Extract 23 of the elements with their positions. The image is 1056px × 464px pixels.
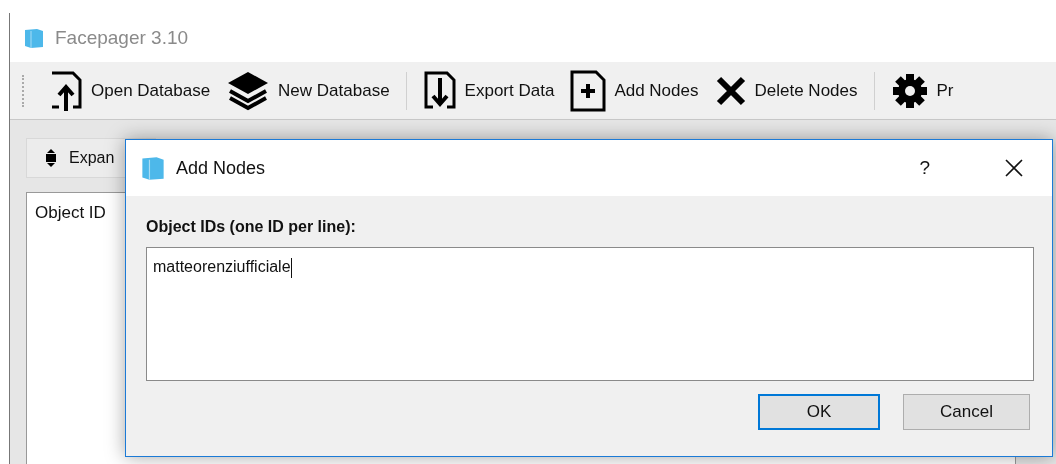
- app-icon: [23, 26, 45, 49]
- window-title: Facepager 3.10: [55, 26, 189, 49]
- delete-icon: [714, 74, 747, 107]
- toolbar-button[interactable]: Add Nodes: [562, 68, 707, 113]
- dialog-title: Add Nodes: [176, 157, 267, 179]
- app-icon: [140, 155, 166, 181]
- toolbar-button[interactable]: New Database: [218, 68, 398, 113]
- object-ids-field[interactable]: matteorenziufficiale: [146, 247, 1034, 381]
- settings-icon: [890, 71, 929, 110]
- close-icon: [1005, 159, 1023, 177]
- download-file-icon: [422, 69, 457, 112]
- column-header: Object ID: [35, 203, 106, 222]
- ok-button[interactable]: OK: [758, 394, 880, 430]
- field-label: Object IDs (one ID per line):: [146, 218, 357, 236]
- upload-file-icon: [49, 69, 83, 112]
- toolbar-button[interactable]: Open Database: [41, 68, 219, 113]
- help-button[interactable]: ?: [919, 157, 930, 179]
- expand-icon: [45, 148, 57, 168]
- cancel-button[interactable]: Cancel: [903, 394, 1030, 430]
- toolbar-button[interactable]: Pr: [882, 68, 962, 113]
- toolbar-button[interactable]: Export Data: [414, 68, 563, 113]
- toolbar-button[interactable]: Delete Nodes: [706, 68, 866, 113]
- add-file-icon: [570, 69, 607, 112]
